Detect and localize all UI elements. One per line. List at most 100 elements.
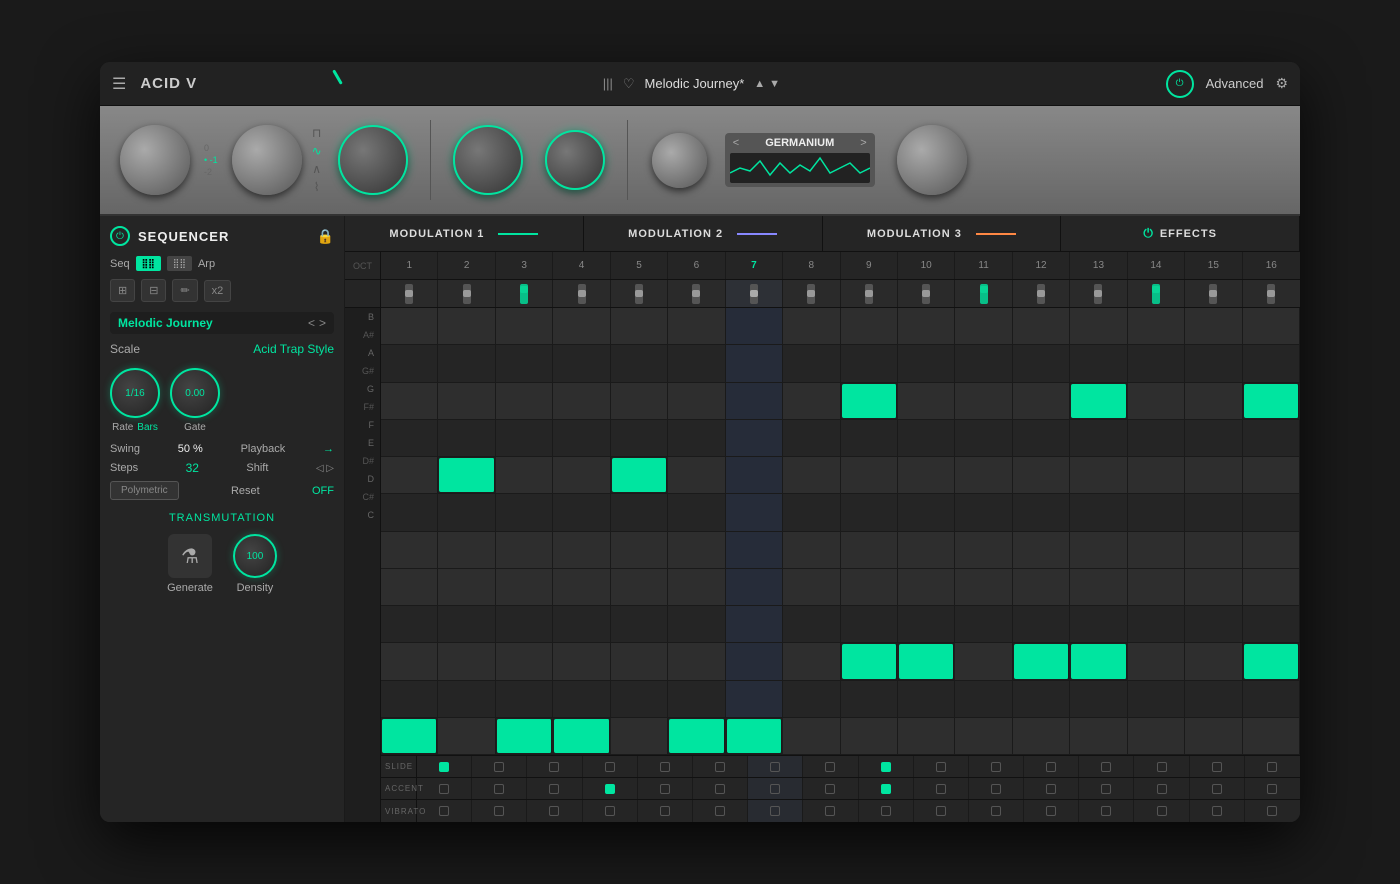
cell-F-16[interactable] xyxy=(1243,532,1300,568)
cell-B-13[interactable] xyxy=(1070,308,1127,344)
cell-B-9[interactable] xyxy=(841,308,898,344)
cell-C#-7[interactable] xyxy=(726,681,783,717)
cell-F-14[interactable] xyxy=(1128,532,1185,568)
cell-G-9[interactable] xyxy=(841,457,898,493)
cell-F#-11[interactable] xyxy=(955,494,1012,530)
cell-F-12[interactable] xyxy=(1013,532,1070,568)
cell-A#-4[interactable] xyxy=(553,345,610,381)
cell-G#-14[interactable] xyxy=(1128,420,1185,456)
cell-F#-6[interactable] xyxy=(668,494,725,530)
cell-A#-7[interactable] xyxy=(726,345,783,381)
cell-G#-9[interactable] xyxy=(841,420,898,456)
slide-16[interactable] xyxy=(1245,756,1300,777)
cell-A#-3[interactable] xyxy=(496,345,553,381)
cell-C#-3[interactable] xyxy=(496,681,553,717)
cell-C-13[interactable] xyxy=(1070,718,1127,754)
vibrato-2[interactable] xyxy=(472,800,527,822)
tool-btn-1[interactable]: ⊞ xyxy=(110,279,135,302)
cell-G#-12[interactable] xyxy=(1013,420,1070,456)
cell-G-1[interactable] xyxy=(381,457,438,493)
cell-E-12[interactable] xyxy=(1013,569,1070,605)
oct-7[interactable] xyxy=(726,280,783,307)
cell-C#-10[interactable] xyxy=(898,681,955,717)
tab-modulation-1[interactable]: MODULATION 1 xyxy=(345,216,584,251)
cell-D#-13[interactable] xyxy=(1070,606,1127,642)
cell-F-8[interactable] xyxy=(783,532,840,568)
advanced-label[interactable]: Advanced xyxy=(1206,76,1264,91)
vibrato-9[interactable] xyxy=(859,800,914,822)
accent-6[interactable] xyxy=(693,778,748,799)
cell-B-5[interactable] xyxy=(611,308,668,344)
slide-5[interactable] xyxy=(638,756,693,777)
cell-F-4[interactable] xyxy=(553,532,610,568)
cell-D-10[interactable] xyxy=(899,644,954,678)
slide-13[interactable] xyxy=(1079,756,1134,777)
cell-G#-11[interactable] xyxy=(955,420,1012,456)
cell-G-13[interactable] xyxy=(1070,457,1127,493)
cell-F-10[interactable] xyxy=(898,532,955,568)
tab-modulation-2[interactable]: MODULATION 2 xyxy=(584,216,823,251)
slide-4[interactable] xyxy=(583,756,638,777)
cell-E-2[interactable] xyxy=(438,569,495,605)
cell-F#-15[interactable] xyxy=(1185,494,1242,530)
cell-B-6[interactable] xyxy=(668,308,725,344)
cell-A#-13[interactable] xyxy=(1070,345,1127,381)
cell-A-7[interactable] xyxy=(726,383,783,419)
slide-2[interactable] xyxy=(472,756,527,777)
volume-knob[interactable] xyxy=(897,125,967,195)
cell-A-10[interactable] xyxy=(898,383,955,419)
cell-F-2[interactable] xyxy=(438,532,495,568)
cell-G#-7[interactable] xyxy=(726,420,783,456)
cell-D#-3[interactable] xyxy=(496,606,553,642)
cell-C-7[interactable] xyxy=(727,719,782,753)
playback-value[interactable]: → xyxy=(323,443,334,455)
gate-knob[interactable]: 0.00 xyxy=(170,368,220,418)
cell-D-13[interactable] xyxy=(1071,644,1126,678)
cell-A-8[interactable] xyxy=(783,383,840,419)
cell-D-6[interactable] xyxy=(668,643,725,679)
preset-next-btn[interactable]: > xyxy=(319,316,326,330)
cell-G-6[interactable] xyxy=(668,457,725,493)
oct-11[interactable] xyxy=(955,280,1012,307)
cell-F#-16[interactable] xyxy=(1243,494,1300,530)
accent-5[interactable] xyxy=(638,778,693,799)
cell-D-4[interactable] xyxy=(553,643,610,679)
cell-C#-15[interactable] xyxy=(1185,681,1242,717)
oct-5[interactable] xyxy=(611,280,668,307)
cell-F#-14[interactable] xyxy=(1128,494,1185,530)
scale-value[interactable]: Acid Trap Style xyxy=(253,342,334,356)
env-knob[interactable] xyxy=(545,130,605,190)
cell-D#-2[interactable] xyxy=(438,606,495,642)
cell-G-12[interactable] xyxy=(1013,457,1070,493)
tool-btn-pencil[interactable]: ✏ xyxy=(172,279,197,302)
cell-A#-14[interactable] xyxy=(1128,345,1185,381)
oct-8[interactable] xyxy=(783,280,840,307)
cell-D#-16[interactable] xyxy=(1243,606,1300,642)
cell-B-2[interactable] xyxy=(438,308,495,344)
accent-2[interactable] xyxy=(472,778,527,799)
slide-11[interactable] xyxy=(969,756,1024,777)
cell-A#-9[interactable] xyxy=(841,345,898,381)
accent-9[interactable] xyxy=(859,778,914,799)
cell-D#-1[interactable] xyxy=(381,606,438,642)
cell-C#-2[interactable] xyxy=(438,681,495,717)
cell-E-7[interactable] xyxy=(726,569,783,605)
cell-C-1[interactable] xyxy=(382,719,437,753)
cell-D#-6[interactable] xyxy=(668,606,725,642)
polymetric-btn[interactable]: Polymetric xyxy=(110,481,179,500)
cell-D#-10[interactable] xyxy=(898,606,955,642)
favorite-icon[interactable]: ♡ xyxy=(623,76,635,92)
cell-A-3[interactable] xyxy=(496,383,553,419)
cell-B-16[interactable] xyxy=(1243,308,1300,344)
cell-E-10[interactable] xyxy=(898,569,955,605)
cell-A#-11[interactable] xyxy=(955,345,1012,381)
cell-A#-6[interactable] xyxy=(668,345,725,381)
cell-G-16[interactable] xyxy=(1243,457,1300,493)
cell-F#-8[interactable] xyxy=(783,494,840,530)
cell-C#-6[interactable] xyxy=(668,681,725,717)
cell-A#-16[interactable] xyxy=(1243,345,1300,381)
cell-C#-9[interactable] xyxy=(841,681,898,717)
seq-step-btn[interactable]: ⣿⣿ xyxy=(167,256,192,271)
osc-knob-2[interactable] xyxy=(232,125,302,195)
vibrato-7[interactable] xyxy=(748,800,803,822)
